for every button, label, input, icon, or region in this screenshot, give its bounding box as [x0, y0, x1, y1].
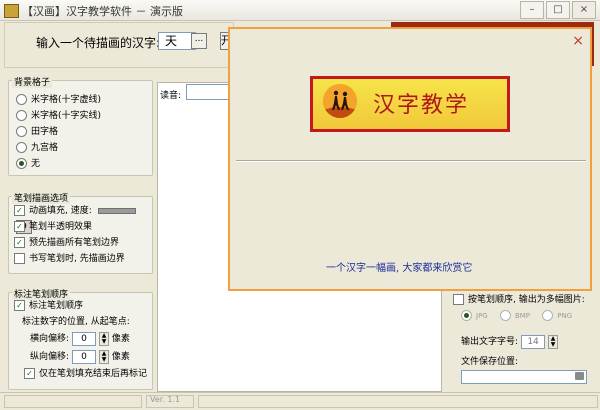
mark-order-label: 标注笔划顺序 [29, 301, 84, 311]
grid-option[interactable]: 米字格(十字实线) [16, 108, 101, 124]
unit-label: 像素 [111, 334, 130, 344]
format-option[interactable]: PNG [542, 310, 573, 321]
radio-selected-icon[interactable] [461, 310, 472, 321]
char-input-label: 输入一个待描画的汉字: [36, 36, 161, 50]
checkbox-checked-icon[interactable]: ✓ [24, 368, 35, 379]
grid-option-label: 米字格(十字实线) [31, 111, 102, 121]
spin-arrows-icon[interactable]: ▲ ▼ [99, 349, 110, 364]
title-bar: 【汉画】汉字教学软件 － 演示版 – □ × [0, 0, 600, 21]
window-title: 【汉画】汉字教学软件 － 演示版 [22, 5, 183, 18]
grid-option-label: 米字格(十字虚线) [31, 95, 102, 105]
font-size-input[interactable]: 14 [521, 334, 546, 349]
background-grid-title: 背景格子 [12, 75, 53, 88]
dialog-close-icon[interactable]: × [572, 33, 584, 49]
status-segment [198, 395, 598, 408]
stroke-options-list: ✓动画填充, 速度:9 ✓笔划半透明效果 ✓预先描画所有笔划边界 书写笔划时, … [14, 203, 152, 267]
animate-label: 动画填充, 速度: [29, 206, 92, 216]
banner-logo: 汉字教学 [310, 76, 510, 132]
banner-inner: 汉字教学 [313, 79, 507, 129]
outline-label: 预先描画所有笔划边界 [29, 238, 120, 248]
radio-icon[interactable] [16, 126, 27, 137]
by-order-option[interactable]: 按笔划顺序, 输出为多幅图片: [453, 292, 585, 308]
export-panel: 按笔划顺序, 输出为多幅图片: JPG BMP PNG 输出文字字号: 14 ▲ ▼ … [449, 288, 596, 392]
grid-option[interactable]: 无 [16, 156, 101, 172]
grid-option-label: 九宫格 [31, 143, 59, 153]
horizontal-offset-input[interactable]: 0 [72, 331, 97, 346]
grid-option-label: 无 [31, 159, 41, 169]
checkbox-checked-icon[interactable]: ✓ [14, 221, 25, 232]
format-option[interactable]: BMP [499, 310, 531, 321]
grid-option-label: 田字格 [31, 127, 59, 137]
speed-slider[interactable] [97, 207, 136, 214]
grid-option[interactable]: 田字格 [16, 124, 101, 140]
pronunciation-field[interactable] [186, 84, 232, 100]
format-label: JPG [476, 311, 488, 320]
format-options: JPG BMP PNG [461, 310, 572, 321]
status-segment [4, 395, 142, 408]
outline-option[interactable]: ✓ 预先描画所有笔划边界 [14, 235, 152, 251]
translucent-label: 笔划半透明效果 [29, 222, 93, 232]
about-dialog: × 汉字教学 一个汉字一幅画, 大家都来欣赏它 [228, 27, 592, 291]
window-controls: – □ × [518, 1, 596, 19]
checkbox-icon[interactable] [14, 253, 25, 264]
maximize-icon[interactable]: □ [546, 1, 570, 19]
minimize-icon[interactable]: – [520, 1, 544, 19]
vertical-offset-row: 纵向偏移: 0 ▲ ▼ 像素 [14, 348, 152, 366]
dialog-divider [236, 160, 586, 162]
pronunciation-label: 读音: [160, 91, 182, 101]
radio-selected-icon[interactable] [16, 158, 27, 169]
vertical-offset-input[interactable]: 0 [72, 349, 97, 364]
by-order-label: 按笔划顺序, 输出为多幅图片: [468, 295, 585, 305]
sunset-hikers-icon [323, 84, 357, 118]
grid-option[interactable]: 九宫格 [16, 140, 101, 156]
version-label: Ver. 1.1 [150, 395, 181, 404]
animate-option[interactable]: ✓动画填充, 速度:9 [14, 203, 152, 234]
grid-option[interactable]: 米字格(十字虚线) [16, 92, 101, 108]
translucent-option[interactable]: ✓ 笔划半透明效果 [14, 219, 152, 235]
position-label: 标注数字的位置, 从起笔点: [22, 317, 130, 327]
after-fill-option[interactable]: ✓ 仅在笔划填充结束后再标记 [14, 366, 152, 382]
spin-arrows-icon[interactable]: ▲ ▼ [99, 331, 110, 346]
font-size-label: 输出文字字号: [461, 337, 519, 347]
dialog-slogan: 一个汉字一幅画, 大家都来欣赏它 [326, 263, 473, 274]
banner-text: 汉字教学 [373, 93, 470, 118]
save-location-field[interactable] [461, 370, 587, 384]
radio-icon[interactable] [16, 142, 27, 153]
folder-icon[interactable] [575, 372, 584, 380]
radio-icon[interactable] [499, 310, 511, 321]
format-option[interactable]: JPG [461, 310, 488, 321]
horizontal-offset-label: 横向偏移: [30, 334, 70, 344]
checkbox-checked-icon[interactable]: ✓ [14, 205, 25, 216]
horizontal-offset-row: 横向偏移: 0 ▲ ▼ 像素 [14, 330, 152, 348]
mark-order-option[interactable]: ✓ 标注笔划顺序 [14, 298, 152, 314]
browse-button[interactable]: ... [191, 33, 207, 49]
close-icon[interactable]: × [572, 1, 596, 19]
format-label: BMP [514, 311, 531, 320]
radio-icon[interactable] [16, 94, 27, 105]
font-size-row: 输出文字字号: 14 ▲ ▼ [461, 334, 559, 350]
save-location-label: 文件保存位置: [461, 357, 519, 367]
radio-icon[interactable] [16, 110, 27, 121]
unit-label: 像素 [111, 352, 130, 362]
stroke-order-list: ✓ 标注笔划顺序 标注数字的位置, 从起笔点: 横向偏移: 0 ▲ ▼ 像素 纵向偏移:… [14, 298, 152, 382]
format-label: PNG [557, 311, 573, 320]
checkbox-checked-icon[interactable]: ✓ [14, 237, 25, 248]
checkbox-icon[interactable] [453, 294, 464, 305]
background-grid-options: 米字格(十字虚线) 米字格(十字实线) 田字格 九宫格 无 [16, 92, 101, 172]
radio-icon[interactable] [542, 310, 554, 321]
app-icon [4, 4, 19, 18]
after-fill-label: 仅在笔划填充结束后再标记 [39, 369, 148, 379]
vertical-offset-label: 纵向偏移: [30, 352, 70, 362]
border-when-writing-option[interactable]: 书写笔划时, 先描画边界 [14, 251, 152, 267]
border-when-writing-label: 书写笔划时, 先描画边界 [29, 254, 125, 264]
checkbox-checked-icon[interactable]: ✓ [14, 300, 25, 311]
spin-arrows-icon[interactable]: ▲ ▼ [548, 334, 559, 349]
